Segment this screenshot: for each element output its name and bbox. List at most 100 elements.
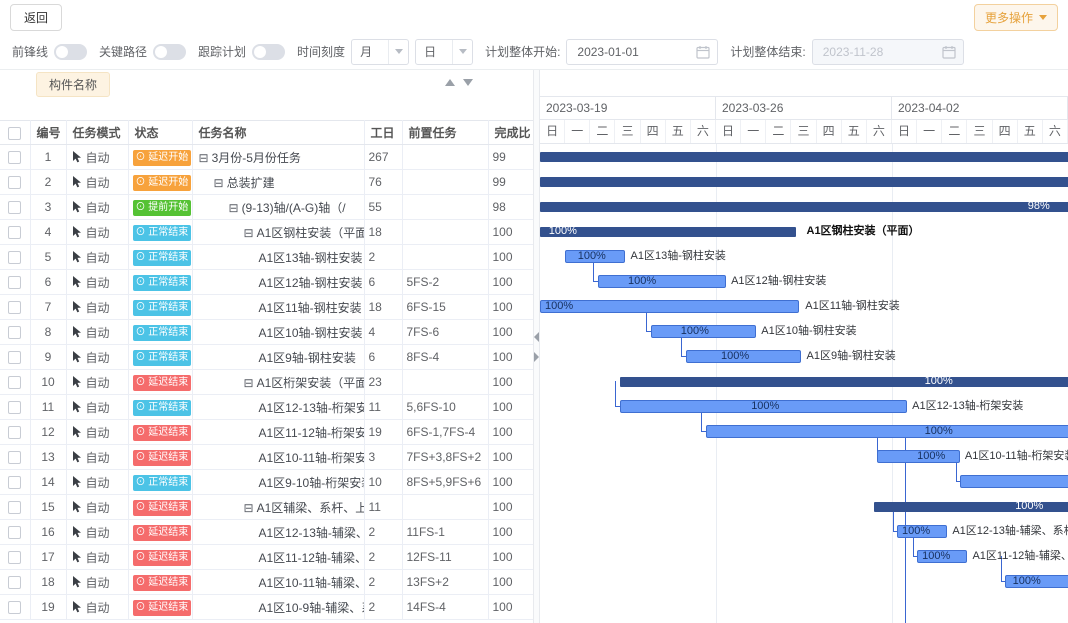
row-checkbox[interactable] — [8, 151, 21, 164]
table-row[interactable]: 10自动⊙ 延迟结束⊟A1区桁架安装（平面）23100 — [0, 370, 533, 395]
row-checkbox[interactable] — [8, 426, 21, 439]
task-name: A1区9-10轴-桁架安装 — [192, 470, 364, 495]
table-row[interactable]: 19自动⊙ 延迟结束A1区10-9轴-辅梁、系杆、214FS-4100 — [0, 595, 533, 620]
status-badge: ⊙ 延迟开始 — [133, 175, 192, 191]
column-header-name: 任务名称 — [192, 121, 364, 145]
table-row[interactable]: 1自动⊙ 延迟开始⊟3月份-5月份任务26799 — [0, 145, 533, 170]
row-checkbox[interactable] — [8, 176, 21, 189]
panel-splitter[interactable] — [533, 70, 540, 623]
row-checkbox[interactable] — [8, 226, 21, 239]
row-checkbox[interactable] — [8, 351, 21, 364]
day-header-cell: 五 — [842, 120, 867, 143]
gantt-bar-task[interactable] — [540, 300, 799, 313]
collapse-icon[interactable]: ⊟ — [229, 201, 239, 215]
row-checkbox[interactable] — [8, 526, 21, 539]
row-checkbox[interactable] — [8, 201, 21, 214]
table-row[interactable]: 7自动⊙ 正常结束A1区11轴-钢柱安装186FS-15100 — [0, 295, 533, 320]
collapse-icon[interactable]: ⊟ — [244, 226, 254, 240]
row-checkbox[interactable] — [8, 326, 21, 339]
sort-up-icon[interactable] — [445, 79, 455, 86]
scale-major-select[interactable]: 月 — [351, 39, 409, 65]
row-checkbox[interactable] — [8, 376, 21, 389]
gantt-bar-task[interactable] — [598, 275, 726, 288]
task-mode: 自动 — [66, 195, 128, 220]
table-row[interactable]: 6自动⊙ 正常结束A1区12轴-钢柱安装65FS-2100 — [0, 270, 533, 295]
week-header: 2023-04-02 — [892, 97, 1068, 119]
table-row[interactable]: 3自动⊙ 提前开始⊟(9-13)轴/(A-G)轴（/5598 — [0, 195, 533, 220]
task-name: A1区10-11轴-辅梁、系杆、 — [192, 570, 364, 595]
front-line-toggle[interactable] — [54, 44, 87, 60]
critical-path-label: 关键路径 — [99, 43, 147, 60]
row-checkbox[interactable] — [8, 401, 21, 414]
table-row[interactable]: 13自动⊙ 延迟结束A1区10-11轴-桁架安装37FS+3,8FS+2100 — [0, 445, 533, 470]
collapse-icon[interactable]: ⊟ — [244, 501, 254, 515]
task-progress: 98 — [488, 195, 533, 220]
row-checkbox[interactable] — [8, 501, 21, 514]
status-badge: ⊙ 正常结束 — [133, 400, 192, 416]
table-row[interactable]: 4自动⊙ 正常结束⊟A1区钢柱安装（平面）18100 — [0, 220, 533, 245]
gantt-task-label: A1区10轴-钢柱安装 — [761, 319, 856, 344]
scale-minor-select[interactable]: 日 — [415, 39, 473, 65]
select-all-checkbox[interactable] — [8, 127, 21, 140]
row-checkbox[interactable] — [8, 451, 21, 464]
gantt-bar-task[interactable] — [706, 425, 1068, 438]
row-checkbox[interactable] — [8, 251, 21, 264]
task-name: ⊟总装扩建 — [192, 170, 364, 195]
plan-end-label: 计划整体结束: — [730, 43, 805, 60]
day-header-cell: 三 — [615, 120, 640, 143]
task-name: ⊟3月份-5月份任务 — [192, 145, 364, 170]
task-days: 18 — [364, 295, 402, 320]
table-row[interactable]: 14自动⊙ 正常结束A1区9-10轴-桁架安装108FS+5,9FS+6100 — [0, 470, 533, 495]
task-days: 6 — [364, 345, 402, 370]
row-checkbox[interactable] — [8, 601, 21, 614]
collapse-icon[interactable]: ⊟ — [199, 151, 209, 165]
gantt-bar-summary[interactable] — [540, 202, 1068, 212]
task-mode: 自动 — [66, 295, 128, 320]
day-header-cell: 一 — [565, 120, 590, 143]
tracking-plan-toggle[interactable] — [252, 44, 285, 60]
collapse-icon[interactable]: ⊟ — [214, 176, 224, 190]
table-row[interactable]: 17自动⊙ 延迟结束A1区11-12轴-辅梁、系杆、212FS-11100 — [0, 545, 533, 570]
progress-label: 100% — [925, 419, 953, 444]
day-header-cell: 二 — [590, 120, 615, 143]
task-name: A1区13轴-钢柱安装 — [192, 245, 364, 270]
gantt-bar-summary[interactable] — [540, 177, 1068, 187]
row-checkbox[interactable] — [8, 551, 21, 564]
more-actions-label: 更多操作 — [985, 9, 1033, 26]
more-actions-button[interactable]: 更多操作 — [974, 4, 1058, 31]
header-controls — [445, 79, 473, 86]
gantt-bar-task[interactable] — [960, 475, 1068, 488]
table-row[interactable]: 9自动⊙ 正常结束A1区9轴-钢柱安装68FS-4100 — [0, 345, 533, 370]
tab-component-name[interactable]: 构件名称 — [36, 72, 110, 97]
table-row[interactable]: 18自动⊙ 延迟结束A1区10-11轴-辅梁、系杆、213FS+2100 — [0, 570, 533, 595]
critical-path-toggle[interactable] — [153, 44, 186, 60]
week-header: 2023-03-19 — [540, 97, 716, 119]
day-header-cell: 五 — [1018, 120, 1043, 143]
sort-down-icon[interactable] — [463, 79, 473, 86]
collapse-left-icon[interactable] — [534, 332, 539, 342]
row-checkbox[interactable] — [8, 476, 21, 489]
auto-schedule-icon — [71, 226, 82, 238]
table-row[interactable]: 8自动⊙ 正常结束A1区10轴-钢柱安装47FS-6100 — [0, 320, 533, 345]
back-button[interactable]: 返回 — [10, 4, 62, 31]
gantt-bar-summary[interactable] — [620, 377, 1068, 387]
collapse-right-icon[interactable] — [534, 352, 539, 362]
table-row[interactable]: 11自动⊙ 正常结束A1区12-13轴-桁架安装115,6FS-10100 — [0, 395, 533, 420]
table-row[interactable]: 12自动⊙ 延迟结束A1区11-12轴-桁架安装196FS-1,7FS-4100 — [0, 420, 533, 445]
day-header-cell: 四 — [641, 120, 666, 143]
day-header-cell: 三 — [967, 120, 992, 143]
table-row[interactable]: 5自动⊙ 正常结束A1区13轴-钢柱安装2100 — [0, 245, 533, 270]
row-checkbox[interactable] — [8, 276, 21, 289]
row-checkbox[interactable] — [8, 301, 21, 314]
collapse-icon[interactable]: ⊟ — [244, 376, 254, 390]
row-checkbox[interactable] — [8, 576, 21, 589]
table-row[interactable]: 15自动⊙ 延迟结束⊟A1区辅梁、系杆、上下11100 — [0, 495, 533, 520]
plan-start-label: 计划整体开始: — [485, 43, 560, 60]
gantt-bar-summary[interactable] — [540, 227, 796, 237]
front-line-toggle-group: 前锋线 — [12, 43, 87, 60]
table-row[interactable]: 2自动⊙ 延迟开始⊟总装扩建7699 — [0, 170, 533, 195]
table-row[interactable]: 16自动⊙ 延迟结束A1区12-13轴-辅梁、系杆、211FS-1100 — [0, 520, 533, 545]
plan-start-input[interactable]: 2023-01-01 — [566, 39, 718, 65]
gantt-bar-summary[interactable] — [540, 152, 1068, 162]
status-badge: ⊙ 正常结束 — [133, 300, 192, 316]
